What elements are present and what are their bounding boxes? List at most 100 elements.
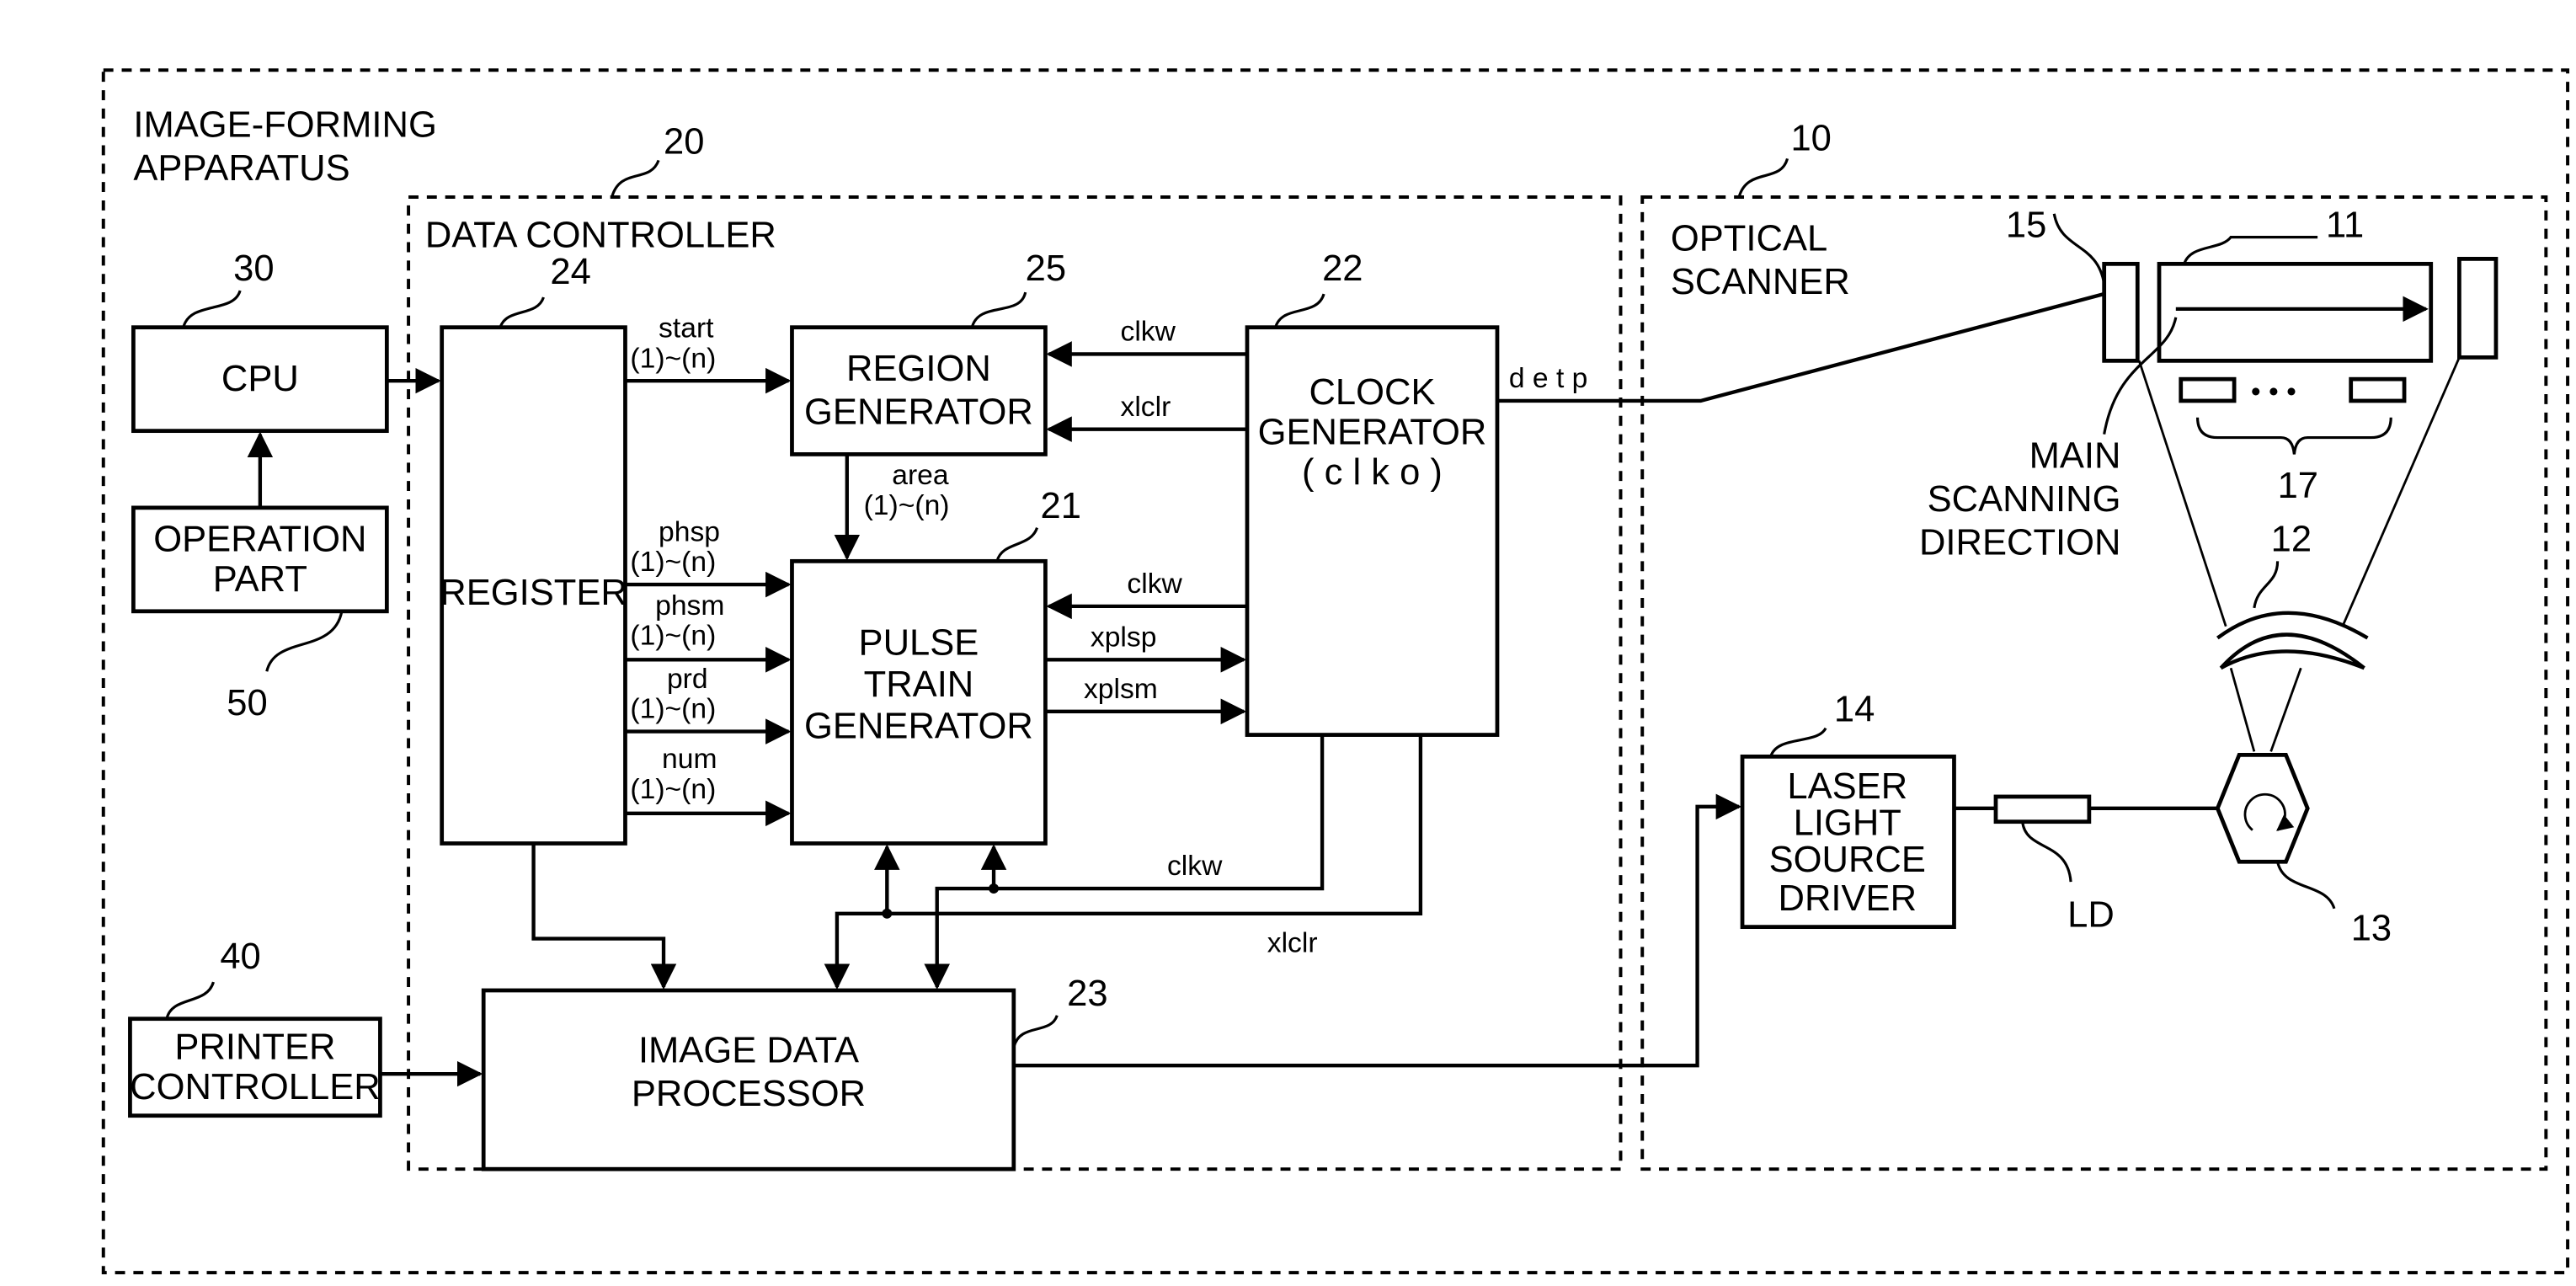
xplsp-label: xplsp [1091, 622, 1157, 653]
operation-part-label-line1: OPERATION [153, 519, 366, 559]
optical-scanner-leader [1737, 157, 1789, 198]
main-scanning-line2: SCANNING [1928, 479, 2121, 520]
polygon-mirror-ref: 13 [2351, 908, 2392, 948]
cpu-label: CPU [221, 359, 299, 399]
phsp-signal-label: phsp [659, 517, 720, 548]
clkw-pulse-label: clkw [1127, 568, 1182, 600]
operation-part-label-line2: PART [213, 559, 307, 600]
num-signal-label: num [662, 744, 717, 775]
main-scanning-line3: DIRECTION [1919, 522, 2120, 563]
beam-left-lower [2229, 667, 2256, 752]
optical-scanner-ref: 10 [1790, 118, 1831, 158]
laser-driver-leader [1769, 727, 1827, 758]
image-forming-apparatus-title-line1: IMAGE-FORMING [133, 105, 436, 146]
data-controller-title: DATA CONTROLLER [425, 215, 776, 255]
detp-wire [1496, 291, 2105, 403]
scan-surface-leader [2183, 236, 2318, 264]
xlclr-bottom-label: xlclr [1267, 927, 1318, 958]
sensor-group-ref: 17 [2278, 466, 2318, 506]
laser-driver-label-line1: LASER [1787, 766, 1907, 807]
printer-controller-block: PRINTER CONTROLLER [128, 1017, 382, 1118]
area-signal-label: area [892, 460, 949, 491]
image-data-processor-label-line1: IMAGE DATA [638, 1030, 859, 1070]
polygon-mirror-icon [2215, 752, 2310, 864]
image-data-processor-label-line2: PROCESSOR [632, 1074, 866, 1114]
beam-right-lower [2269, 667, 2302, 752]
lens-leader [2253, 561, 2280, 609]
scan-surface [2157, 261, 2434, 363]
printer-controller-label-line1: PRINTER [174, 1027, 335, 1067]
main-scanning-line1: MAIN [2029, 435, 2121, 476]
printer-controller-leader [165, 981, 215, 1020]
operation-part-leader [265, 611, 344, 672]
region-generator-leader [970, 291, 1027, 328]
ld-label: LD [2067, 895, 2115, 936]
laser-driver-ref: 14 [1834, 690, 1875, 730]
register-label: REGISTER [440, 573, 627, 613]
laser-driver-label-line2: LIGHT [1794, 803, 1901, 844]
area-signal-range: (1)~(n) [864, 490, 950, 521]
register-to-processor-wire [531, 843, 677, 990]
pulse-train-generator-block: PULSE TRAIN GENERATOR [790, 558, 1048, 846]
register-leader [499, 296, 545, 328]
clkw-region-label: clkw [1121, 317, 1176, 348]
xlclr-region-label: xlclr [1121, 392, 1171, 423]
region-generator-label-line2: GENERATOR [804, 392, 1033, 433]
pulse-train-generator-leader [995, 527, 1039, 562]
register-ref: 24 [550, 252, 590, 292]
sensor-group-dots: • • • [2251, 376, 2296, 408]
clkw-junction [989, 883, 999, 894]
ld-leader [2021, 821, 2072, 883]
sensor-17-left [2179, 376, 2237, 403]
operation-part-ref: 50 [227, 683, 267, 723]
region-generator-ref: 25 [1026, 248, 1066, 289]
start-signal-range: (1)~(n) [630, 343, 716, 374]
clock-generator-ref: 22 [1322, 248, 1363, 289]
start-signal-label: start [659, 313, 714, 344]
clock-generator-label-line2: GENERATOR [1258, 412, 1487, 452]
prd-signal-label: prd [667, 664, 708, 695]
laser-diode [1993, 794, 2092, 824]
cpu-leader [182, 290, 242, 328]
region-generator-block: REGION GENERATOR [790, 325, 1048, 456]
phsm-signal-range: (1)~(n) [630, 620, 716, 651]
optical-scanner-title-line1: OPTICAL [1671, 218, 1827, 259]
phsm-signal-label: phsm [655, 590, 724, 622]
sync-sensor-leader [2052, 213, 2106, 285]
polygon-mirror-leader [2276, 861, 2336, 910]
phsp-signal-range: (1)~(n) [630, 547, 716, 578]
sync-sensor-15 [2102, 261, 2140, 363]
num-signal-range: (1)~(n) [630, 774, 716, 805]
clock-generator-block: CLOCK GENERATOR ( c l k o ) [1245, 325, 1500, 737]
data-controller-ref: 20 [664, 121, 704, 162]
detp-label: d e t p [1509, 363, 1588, 394]
block-diagram: IMAGE-FORMING APPARATUS DATA CONTROLLER … [101, 68, 2570, 1275]
xlclr-junction [882, 908, 893, 919]
printer-controller-label-line2: CONTROLLER [130, 1067, 381, 1107]
register-block: REGISTER [440, 325, 627, 846]
image-data-processor-ref: 23 [1067, 974, 1107, 1014]
clkw-bottom-label: clkw [1167, 851, 1223, 882]
region-generator-label-line1: REGION [846, 349, 991, 389]
prd-signal-range: (1)~(n) [630, 694, 716, 725]
laser-driver-block: LASER LIGHT SOURCE DRIVER [1740, 754, 1956, 930]
laser-driver-label-line4: DRIVER [1779, 878, 1917, 919]
pulse-train-generator-label-line3: GENERATOR [804, 707, 1033, 747]
sync-sensor-ref: 15 [2006, 205, 2046, 246]
sensor-17-right [2349, 376, 2407, 403]
processor-to-laser-wire [1013, 793, 1742, 1068]
xplsm-label: xplsm [1084, 674, 1158, 705]
lens-ref: 12 [2271, 519, 2312, 559]
optical-scanner-title-line2: SCANNER [1671, 262, 1850, 302]
operation-part-block: OPERATION PART [131, 505, 389, 614]
cpu-ref: 30 [233, 248, 274, 289]
sensor-group-brace [2195, 417, 2392, 455]
laser-driver-label-line3: SOURCE [1769, 840, 1926, 880]
data-controller-leader [611, 159, 660, 198]
clock-generator-leader [1274, 293, 1325, 328]
end-sensor [2457, 257, 2499, 360]
printer-controller-ref: 40 [220, 936, 260, 977]
image-data-processor-block: IMAGE DATA PROCESSOR [481, 988, 1016, 1171]
pulse-train-generator-ref: 21 [1040, 486, 1080, 526]
image-data-processor-leader [1012, 1015, 1059, 1048]
